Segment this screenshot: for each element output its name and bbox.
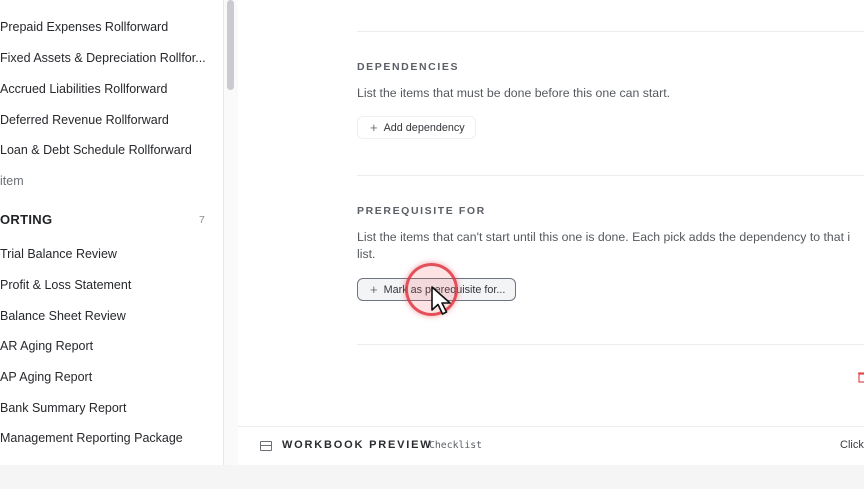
- section-count: 7: [199, 214, 205, 226]
- table-icon: [260, 441, 272, 451]
- workbook-preview-bar[interactable]: WORKBOOK PREVIEW Checklist Click: [238, 426, 864, 465]
- sidebar-item-fixed-assets[interactable]: Fixed Assets & Depreciation Rollfor...: [0, 48, 206, 68]
- sidebar-item-management-reporting[interactable]: Management Reporting Package: [0, 428, 183, 448]
- section-divider: [357, 344, 864, 345]
- section-divider: [357, 31, 864, 32]
- app-window: Prepaid Expenses Rollforward Fixed Asset…: [0, 0, 864, 489]
- workbook-preview-tag: Checklist: [429, 440, 483, 451]
- sidebar-item-prepaid-expenses[interactable]: Prepaid Expenses Rollforward: [0, 17, 168, 37]
- sidebar-item-profit-loss[interactable]: Profit & Loss Statement: [0, 275, 131, 295]
- sidebar-item-loan-debt[interactable]: Loan & Debt Schedule Rollforward: [0, 140, 192, 160]
- prerequisite-description: List the items that can't start until th…: [357, 230, 851, 261]
- section-divider: [357, 175, 864, 176]
- bottom-strip: [0, 465, 864, 489]
- sidebar-item-deferred-revenue[interactable]: Deferred Revenue Rollforward: [0, 110, 169, 130]
- add-dependency-label: Add dependency: [383, 121, 465, 134]
- prerequisite-heading: PREREQUISITE FOR: [357, 205, 486, 217]
- plus-icon: +: [370, 282, 378, 297]
- mouse-cursor-icon: [431, 286, 451, 315]
- trash-icon[interactable]: [858, 371, 864, 383]
- sidebar-item-bank-summary[interactable]: Bank Summary Report: [0, 398, 126, 418]
- sidebar-item-ap-aging[interactable]: AP Aging Report: [0, 367, 92, 387]
- add-dependency-button[interactable]: + Add dependency: [357, 116, 476, 139]
- sidebar-item-ar-aging[interactable]: AR Aging Report: [0, 336, 93, 356]
- sidebar-item-balance-sheet[interactable]: Balance Sheet Review: [0, 306, 126, 326]
- workbook-preview-title: WORKBOOK PREVIEW: [282, 439, 433, 451]
- workbook-preview-hint: Click: [840, 439, 864, 451]
- detail-panel: DEPENDENCIES List the items that must be…: [238, 0, 864, 465]
- add-item-link[interactable]: item: [0, 171, 24, 191]
- dependencies-heading: DEPENDENCIES: [357, 61, 460, 73]
- scrollbar-thumb[interactable]: [227, 0, 234, 90]
- sidebar-item-trial-balance[interactable]: Trial Balance Review: [0, 244, 117, 264]
- sidebar: Prepaid Expenses Rollforward Fixed Asset…: [0, 0, 223, 465]
- section-title-reporting[interactable]: ORTING: [0, 210, 52, 230]
- plus-icon: +: [370, 120, 378, 135]
- dependencies-description: List the items that must be done before …: [357, 86, 671, 100]
- sidebar-item-accrued-liabilities[interactable]: Accrued Liabilities Rollforward: [0, 79, 167, 99]
